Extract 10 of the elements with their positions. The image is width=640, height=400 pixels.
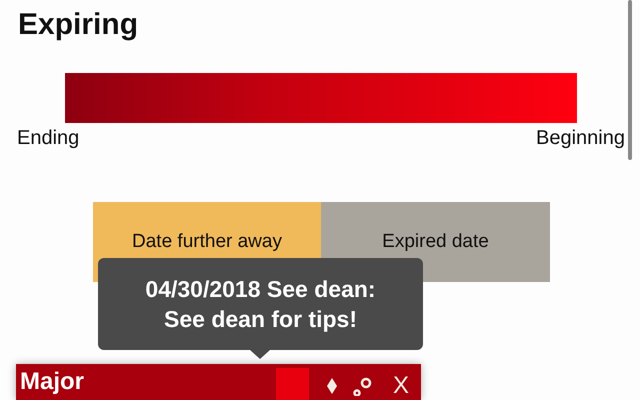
scrollbar[interactable] <box>628 0 632 160</box>
section-title: Expiring <box>17 7 140 43</box>
card-title: Major <box>20 368 86 396</box>
color-swatch[interactable] <box>276 368 309 400</box>
link-icon[interactable] <box>352 376 373 396</box>
tooltip-text: See dean for tips! <box>164 305 357 334</box>
gradient-start-label: Ending <box>17 127 80 150</box>
close-button[interactable]: X <box>386 372 421 400</box>
gradient-end-label: Beginning <box>536 127 625 150</box>
diamond-icon[interactable] <box>324 376 339 396</box>
